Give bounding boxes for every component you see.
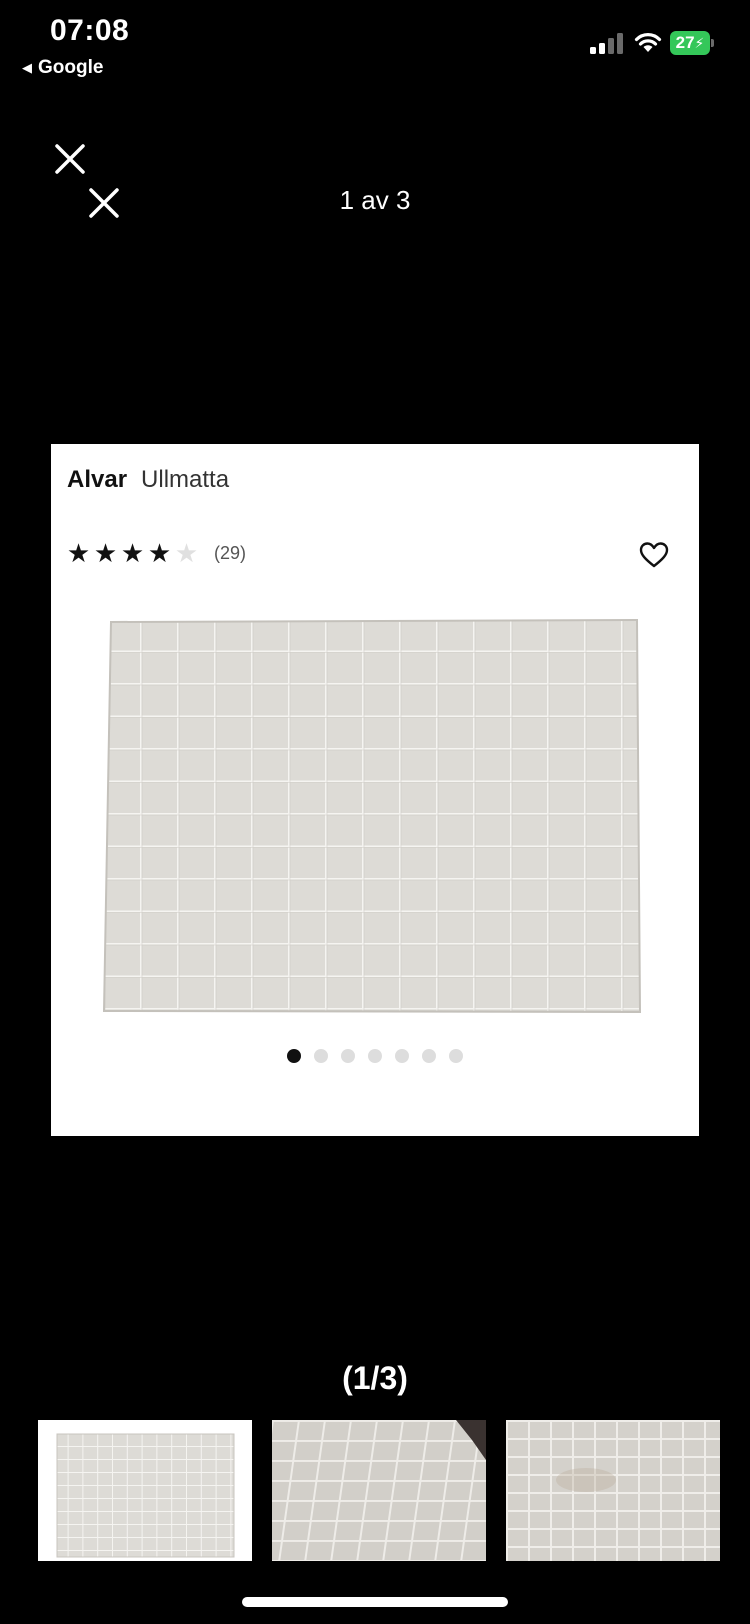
battery-icon: 27 ⚡ — [670, 31, 714, 55]
back-label: Google — [38, 57, 104, 78]
home-indicator[interactable] — [242, 1597, 508, 1607]
thumbnail-1[interactable] — [38, 1420, 252, 1561]
star-icon: ★ — [147, 538, 172, 568]
carousel-dot[interactable] — [368, 1049, 382, 1063]
product-title: Alvar Ullmatta — [67, 466, 229, 494]
carousel-dot[interactable] — [449, 1049, 463, 1063]
rug-image — [103, 618, 642, 1014]
carousel-dot[interactable] — [287, 1049, 301, 1063]
product-image-card[interactable]: Alvar Ullmatta ★ ★ ★ ★ ★ (29) — [51, 444, 699, 1136]
product-brand: Alvar — [67, 466, 128, 493]
back-triangle-icon: ◀ — [22, 60, 32, 75]
image-counter-bottom: (1/3) — [342, 1360, 408, 1396]
star-empty-icon: ★ — [174, 538, 199, 568]
rating: ★ ★ ★ ★ ★ (29) — [65, 540, 246, 566]
thumbnail-2[interactable] — [272, 1420, 486, 1561]
close-icon[interactable] — [54, 143, 86, 175]
carousel-dot[interactable] — [341, 1049, 355, 1063]
back-to-google-link[interactable]: ◀ Google — [22, 57, 103, 79]
thumbnail-3[interactable] — [506, 1420, 720, 1561]
carousel-dots — [51, 1049, 699, 1063]
carousel-dot[interactable] — [314, 1049, 328, 1063]
cellular-signal-icon — [590, 32, 626, 54]
star-icon: ★ — [66, 538, 91, 568]
heart-icon[interactable] — [639, 541, 669, 569]
image-counter: 1 av 3 — [339, 185, 411, 215]
battery-level: 27 — [675, 33, 695, 52]
status-time: 07:08 — [50, 14, 130, 47]
wifi-icon — [634, 33, 662, 52]
carousel-dot[interactable] — [422, 1049, 436, 1063]
star-icon: ★ — [93, 538, 118, 568]
review-count: (29) — [214, 542, 247, 563]
star-icon: ★ — [120, 538, 145, 568]
carousel-dot[interactable] — [395, 1049, 409, 1063]
product-name: Ullmatta — [141, 466, 230, 493]
